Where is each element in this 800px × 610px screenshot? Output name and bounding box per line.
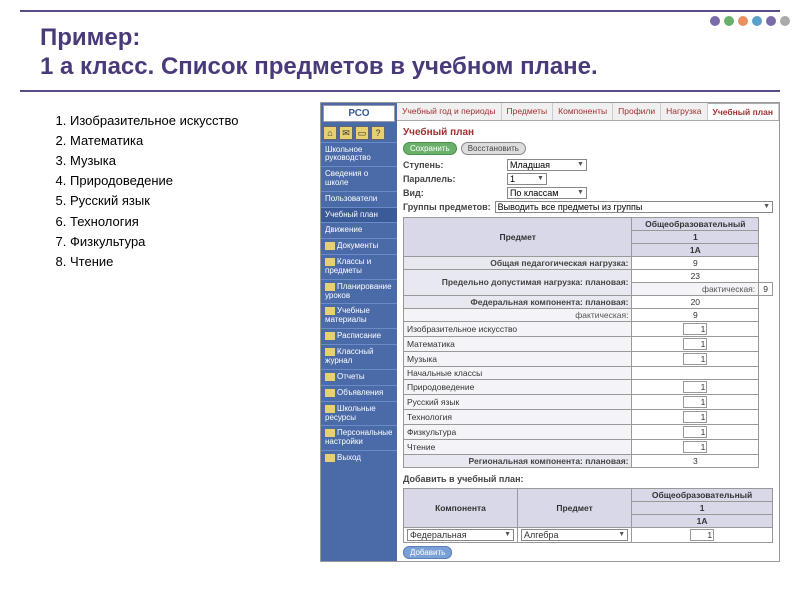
- sidebar-item[interactable]: Школьное руководство: [321, 142, 397, 167]
- subject-name: Музыка: [403, 351, 632, 366]
- sidebar-item[interactable]: Школьные ресурсы: [321, 401, 397, 426]
- subject-name: Начальные классы: [403, 366, 632, 379]
- tab[interactable]: Предметы: [502, 103, 554, 120]
- add-component-select[interactable]: Федеральная▼: [407, 529, 514, 541]
- sidebar-item[interactable]: Документы: [321, 238, 397, 254]
- subject-name: Русский язык: [403, 394, 632, 409]
- home-icon[interactable]: ⌂: [323, 126, 337, 140]
- sidebar-item[interactable]: Планирование уроков: [321, 279, 397, 304]
- add-subject-select[interactable]: Алгебра▼: [521, 529, 628, 541]
- sidebar-item[interactable]: Классный журнал: [321, 344, 397, 369]
- mail-icon[interactable]: ✉: [339, 126, 353, 140]
- subject-name: Чтение: [403, 439, 632, 454]
- sidebar-item[interactable]: Движение: [321, 222, 397, 238]
- add-hours-input[interactable]: 1: [690, 529, 714, 541]
- subject-name: Математика: [403, 336, 632, 351]
- sidebar-item[interactable]: Учебные материалы: [321, 303, 397, 328]
- list-item: Музыка: [70, 152, 320, 170]
- subject-list: Изобразительное искусство Математика Музык…: [40, 102, 320, 562]
- tab[interactable]: Нагрузка: [661, 103, 707, 120]
- subject-name: Физкультура: [403, 424, 632, 439]
- add-section-title: Добавить в учебный план:: [403, 474, 773, 484]
- hours-input[interactable]: 1: [683, 441, 707, 453]
- subject-name: Природоведение: [403, 379, 632, 394]
- tab-bar: Учебный год и периодыПредметыКомпонентыП…: [397, 103, 779, 121]
- sidebar-item[interactable]: Классы и предметы: [321, 254, 397, 279]
- list-item: Физкультура: [70, 233, 320, 251]
- slide-title: Пример:1 а класс. Список предметов в уче…: [0, 12, 800, 90]
- hours-input[interactable]: 1: [683, 411, 707, 423]
- hours-input[interactable]: 1: [683, 353, 707, 365]
- sidebar-item[interactable]: Пользователи: [321, 191, 397, 207]
- app-window: РСО ⌂ ✉ ▭ ? Школьное руководствоСведения…: [320, 102, 780, 562]
- tab[interactable]: Учебный год и периоды: [397, 103, 502, 120]
- restore-button[interactable]: Восстановить: [461, 142, 526, 155]
- hours-input[interactable]: 1: [683, 323, 707, 335]
- sidebar: РСО ⌂ ✉ ▭ ? Школьное руководствоСведения…: [321, 103, 397, 561]
- tab[interactable]: Учебный план: [708, 103, 779, 120]
- list-item: Чтение: [70, 253, 320, 271]
- toolbar-icons[interactable]: ⌂ ✉ ▭ ?: [321, 124, 397, 142]
- list-item: Изобразительное искусство: [70, 112, 320, 130]
- hours-input[interactable]: 1: [683, 381, 707, 393]
- stupen-select[interactable]: Младшая▼: [507, 159, 587, 171]
- sidebar-item[interactable]: Персональные настройки: [321, 425, 397, 450]
- sidebar-item[interactable]: Расписание: [321, 328, 397, 344]
- list-item: Технология: [70, 213, 320, 231]
- add-table: КомпонентаПредметОбщеобразовательный 1 1…: [403, 488, 773, 543]
- app-logo: РСО: [323, 105, 395, 122]
- doc-icon[interactable]: ▭: [355, 126, 369, 140]
- sidebar-item[interactable]: Отчеты: [321, 369, 397, 385]
- hours-input[interactable]: 1: [683, 426, 707, 438]
- list-item: Математика: [70, 132, 320, 150]
- tab[interactable]: Компоненты: [553, 103, 613, 120]
- sidebar-item[interactable]: Сведения о школе: [321, 166, 397, 191]
- groups-select[interactable]: Выводить все предметы из группы▼: [495, 201, 773, 213]
- slide-decoration: [710, 16, 790, 26]
- subject-name: Технология: [403, 409, 632, 424]
- panel-title: Учебный план: [403, 125, 773, 142]
- save-button[interactable]: Сохранить: [403, 142, 457, 155]
- sidebar-item[interactable]: Учебный план: [321, 207, 397, 223]
- help-icon[interactable]: ?: [371, 126, 385, 140]
- parallel-select[interactable]: 1▼: [507, 173, 547, 185]
- hours-input[interactable]: 1: [683, 396, 707, 408]
- hours-input[interactable]: 1: [683, 338, 707, 350]
- subject-name: Изобразительное искусство: [403, 321, 632, 336]
- sidebar-item[interactable]: Объявления: [321, 385, 397, 401]
- tab[interactable]: Профили: [613, 103, 661, 120]
- vid-select[interactable]: По классам▼: [507, 187, 587, 199]
- list-item: Природоведение: [70, 172, 320, 190]
- list-item: Русский язык: [70, 192, 320, 210]
- curriculum-table: ПредметОбщеобразовательный 1 1А Общая пе…: [403, 217, 773, 468]
- sidebar-item[interactable]: Выход: [321, 450, 397, 466]
- add-button[interactable]: Добавить: [403, 546, 452, 559]
